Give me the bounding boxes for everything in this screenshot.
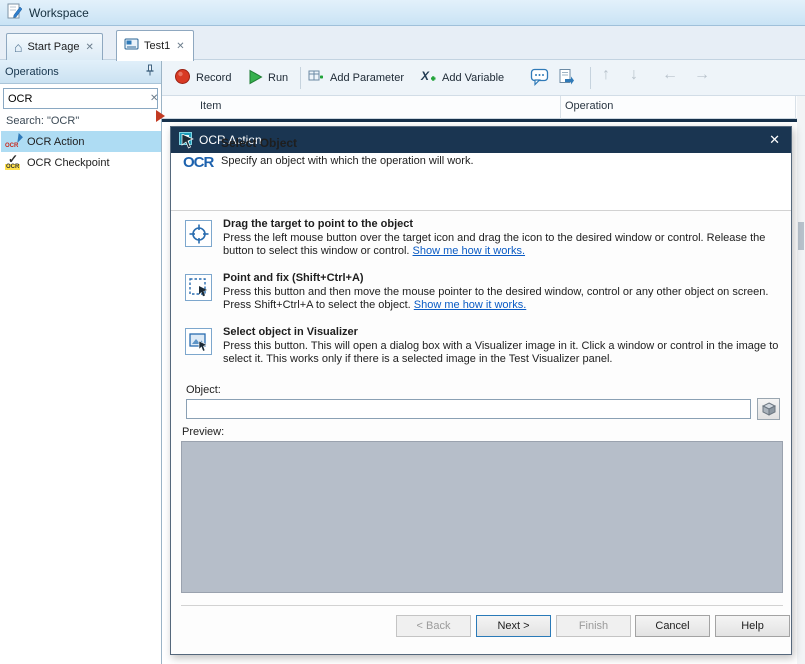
next-button[interactable]: Next >: [476, 615, 551, 637]
add-operation-button[interactable]: [558, 60, 576, 96]
run-button[interactable]: Run: [248, 60, 288, 96]
object-picker-button[interactable]: [757, 398, 780, 420]
run-label: Run: [268, 72, 288, 84]
option-title-drag-target: Drag the target to point to the object: [223, 218, 413, 230]
operations-search: ✕: [3, 88, 158, 109]
record-icon: [174, 68, 191, 88]
column-header-operation[interactable]: Operation: [565, 100, 613, 112]
tab-label: Start Page: [27, 41, 79, 53]
operations-panel-header: Operations: [0, 60, 161, 84]
ocr-checkpoint-icon: OCR✓: [5, 155, 21, 171]
column-header-item[interactable]: Item: [200, 100, 221, 112]
keyword-test-grid-header: Item Operation: [162, 96, 805, 119]
sidebar-item-label: OCR Checkpoint: [27, 157, 110, 169]
tab-test1[interactable]: Test1 ✕: [116, 30, 194, 61]
indent-button[interactable]: →: [694, 66, 710, 84]
wizard-page-subtitle: Specify an object with which the operati…: [221, 155, 474, 167]
app-window: Workspace ⌂ Start Page ✕ Test1 ✕ Operati…: [0, 0, 805, 664]
tab-close-icon[interactable]: ✕: [84, 42, 94, 53]
option-title-visualizer: Select object in Visualizer: [223, 326, 358, 338]
preview-area: [181, 441, 783, 593]
object-label: Object:: [186, 384, 221, 396]
current-row-marker: [156, 110, 165, 122]
tab-close-icon[interactable]: ✕: [175, 41, 185, 52]
option-text-drag-target: Press the left mouse button over the tar…: [223, 232, 779, 258]
add-variable-button[interactable]: X Add Variable: [420, 60, 504, 96]
clear-search-icon[interactable]: ✕: [150, 93, 158, 104]
ocr-action-dialog: OCR Action ✕ OCR Select Object Specify a…: [170, 126, 792, 655]
outdent-button[interactable]: ←: [662, 66, 678, 84]
show-me-how-link[interactable]: Show me how it works.: [414, 299, 526, 311]
sidebar-item-ocr-checkpoint[interactable]: OCR✓ OCR Checkpoint: [1, 152, 161, 173]
add-variable-label: Add Variable: [442, 72, 504, 84]
workspace-icon: [7, 3, 22, 22]
sidebar-item-label: OCR Action: [27, 136, 84, 148]
svg-text:X: X: [420, 69, 430, 83]
object-input[interactable]: [186, 399, 751, 419]
record-label: Record: [196, 72, 231, 84]
operations-panel-title: Operations: [5, 66, 144, 78]
help-button[interactable]: Help: [715, 615, 790, 637]
search-input[interactable]: [8, 93, 150, 105]
sidebar-item-ocr-action[interactable]: OCR OCR Action: [1, 131, 161, 152]
move-down-button[interactable]: ↓: [630, 66, 638, 84]
visualizer-icon: [188, 331, 210, 353]
run-icon: [248, 69, 263, 88]
scrollbar-thumb[interactable]: [798, 222, 804, 250]
back-button[interactable]: < Back: [396, 615, 471, 637]
comment-icon: [530, 68, 550, 89]
vertical-scrollbar[interactable]: [797, 96, 805, 664]
show-me-how-link[interactable]: Show me how it works.: [413, 245, 525, 257]
add-variable-icon: X: [420, 68, 437, 88]
home-icon: ⌂: [14, 39, 22, 55]
cancel-button[interactable]: Cancel: [635, 615, 710, 637]
option-title-point-fix: Point and fix (Shift+Ctrl+A): [223, 272, 364, 284]
finish-button[interactable]: Finish: [556, 615, 631, 637]
target-icon: [188, 223, 210, 245]
add-parameter-button[interactable]: Add Parameter: [308, 60, 404, 96]
document-tabbar: ⌂ Start Page ✕ Test1 ✕: [0, 26, 805, 60]
pin-icon[interactable]: [144, 64, 156, 79]
comment-button[interactable]: [530, 60, 550, 96]
select-in-visualizer-button[interactable]: [185, 328, 212, 355]
window-titlebar: Workspace: [0, 0, 805, 26]
dialog-close-icon[interactable]: ✕: [766, 132, 783, 148]
test-toolbar: Record Run Add Parameter: [162, 60, 805, 96]
add-parameter-icon: [308, 68, 325, 88]
option-text-point-fix: Press this button and then move the mous…: [223, 286, 779, 312]
tab-label: Test1: [144, 40, 170, 52]
test-icon: [124, 38, 139, 54]
move-up-button[interactable]: ↑: [602, 66, 610, 84]
footer-divider: [181, 605, 783, 606]
wizard-page-title: Select Object: [221, 136, 297, 150]
operations-panel: Operations ✕ Search: "OCR" OCR OCR Actio…: [0, 60, 162, 664]
tab-start-page[interactable]: ⌂ Start Page ✕: [6, 33, 103, 60]
option-text-visualizer: Press this button. This will open a dial…: [223, 340, 779, 366]
add-parameter-label: Add Parameter: [330, 72, 404, 84]
search-result-hint: Search: "OCR": [6, 115, 79, 127]
ocr-action-icon: OCR: [5, 134, 21, 150]
preview-label: Preview:: [182, 426, 224, 438]
record-button[interactable]: Record: [174, 60, 231, 96]
point-fix-icon: [188, 277, 210, 299]
component-icon: [762, 402, 776, 416]
point-and-fix-button[interactable]: [185, 274, 212, 301]
row-insert-indicator: [162, 119, 805, 122]
ocr-logo-icon: OCR: [183, 141, 219, 171]
option-text: Press this button. This will open a dial…: [223, 340, 778, 365]
window-title: Workspace: [29, 6, 89, 20]
document-add-icon: [558, 68, 576, 89]
drag-target-button[interactable]: [185, 220, 212, 247]
